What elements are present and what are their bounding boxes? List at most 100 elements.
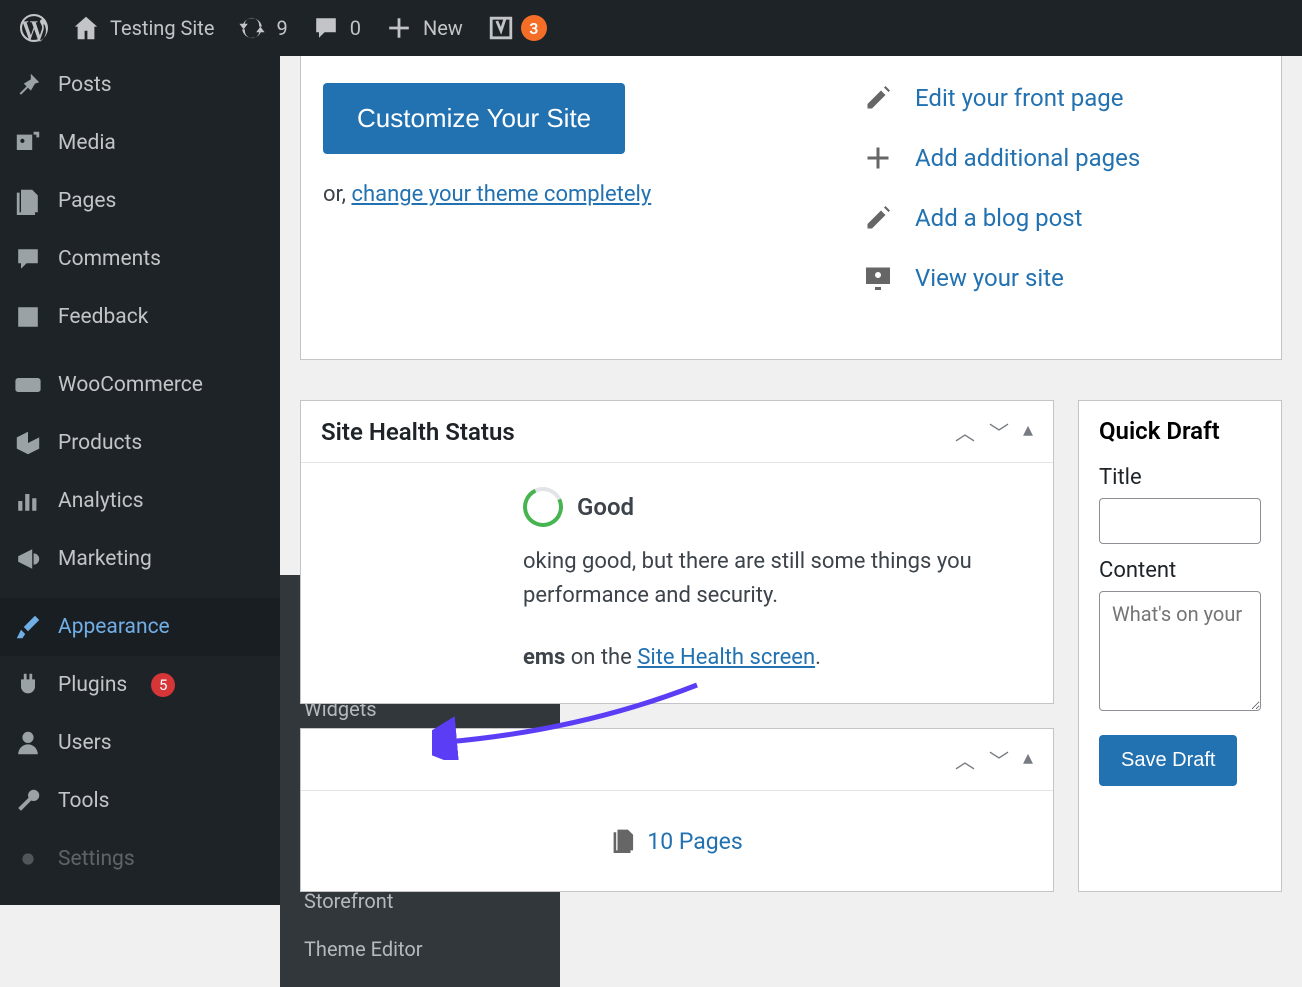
menu-label: Marketing <box>58 547 152 571</box>
form-icon <box>14 303 42 331</box>
menu-label: Comments <box>58 247 161 271</box>
welcome-quicklinks: Edit your front page Add additional page… <box>863 83 1259 323</box>
comment-icon <box>312 14 340 42</box>
site-name-label: Testing Site <box>110 16 214 40</box>
sidebar-item-pages[interactable]: Pages <box>0 172 280 230</box>
menu-label: Plugins <box>58 673 127 697</box>
pin-icon <box>14 71 42 99</box>
plugins-update-badge: 5 <box>151 673 175 697</box>
menu-label: Tools <box>58 789 109 813</box>
customize-site-button[interactable]: Customize Your Site <box>323 83 625 154</box>
home-icon <box>72 14 100 42</box>
page-icon <box>14 187 42 215</box>
move-up-icon[interactable]: ︿ <box>955 745 975 774</box>
menu-label: Analytics <box>58 489 144 513</box>
move-down-icon[interactable]: ﹀ <box>989 417 1009 446</box>
monitor-icon <box>863 263 893 293</box>
updates[interactable]: 9 <box>226 0 299 56</box>
comment-icon <box>14 245 42 273</box>
menu-label: Media <box>58 131 116 155</box>
health-text-1: oking good, but there are still some thi… <box>523 549 972 574</box>
sidebar-item-marketing[interactable]: Marketing <box>0 530 280 588</box>
health-indicator-icon <box>517 481 568 532</box>
content-label: Content <box>1099 558 1261 583</box>
at-a-glance-card: . ︿ ﹀ ▴ 10 Pages <box>300 728 1054 892</box>
site-home[interactable]: Testing Site <box>60 0 226 56</box>
sidebar-item-woocommerce[interactable]: WooCommerce <box>0 356 280 414</box>
move-up-icon[interactable]: ︿ <box>955 417 975 446</box>
ql-view-site: View your site <box>863 263 1259 293</box>
welcome-panel: Customize Your Site or, change your them… <box>300 56 1282 360</box>
menu-label: Users <box>58 731 112 755</box>
plus-icon <box>385 14 413 42</box>
admin-bar: Testing Site 9 0 New 3 <box>0 0 1302 56</box>
submenu-theme-editor[interactable]: Theme Editor <box>280 925 560 973</box>
draft-title-input[interactable] <box>1099 498 1261 544</box>
new-label: New <box>423 16 463 40</box>
sidebar-item-users[interactable]: Users <box>0 714 280 772</box>
brush-icon <box>14 613 42 641</box>
move-down-icon[interactable]: ﹀ <box>989 745 1009 774</box>
sidebar-item-tools[interactable]: Tools <box>0 772 280 830</box>
card-controls: ︿ ﹀ ▴ <box>955 417 1033 446</box>
media-icon <box>14 129 42 157</box>
chart-icon <box>14 487 42 515</box>
quick-draft-title: Quick Draft <box>1099 417 1261 445</box>
save-draft-button[interactable]: Save Draft <box>1099 735 1237 786</box>
user-icon <box>14 729 42 757</box>
comments[interactable]: 0 <box>300 0 373 56</box>
menu-label: Settings <box>58 847 135 871</box>
view-site-link[interactable]: View your site <box>915 264 1064 292</box>
toggle-icon[interactable]: ▴ <box>1023 745 1033 774</box>
site-health-card: Site Health Status ︿ ﹀ ▴ Good oking good… <box>300 400 1054 704</box>
refresh-icon <box>238 14 266 42</box>
sidebar-item-comments[interactable]: Comments <box>0 230 280 288</box>
ql-add-pages: Add additional pages <box>863 143 1259 173</box>
wordpress-icon <box>20 14 48 42</box>
updates-count: 9 <box>276 16 287 40</box>
sidebar-item-appearance[interactable]: Appearance <box>0 598 280 656</box>
menu-label: Feedback <box>58 305 148 329</box>
yoast-count-badge: 3 <box>521 15 547 41</box>
ql-add-blog: Add a blog post <box>863 203 1259 233</box>
yoast-menu[interactable]: 3 <box>475 0 559 56</box>
menu-label: Products <box>58 431 142 455</box>
gear-icon <box>14 845 42 873</box>
wrench-icon <box>14 787 42 815</box>
add-blog-link[interactable]: Add a blog post <box>915 204 1083 232</box>
new-content[interactable]: New <box>373 0 475 56</box>
or-prefix: or, <box>323 182 351 207</box>
title-label: Title <box>1099 465 1261 490</box>
wp-logo[interactable] <box>8 0 60 56</box>
woo-icon <box>14 371 42 399</box>
toggle-icon[interactable]: ▴ <box>1023 417 1033 446</box>
edit-icon <box>863 203 893 233</box>
quick-draft-card: Quick Draft Title Content Save Draft <box>1078 400 1282 892</box>
add-pages-link[interactable]: Add additional pages <box>915 144 1140 172</box>
on-the: on the <box>565 645 637 670</box>
sidebar-item-plugins[interactable]: Plugins 5 <box>0 656 280 714</box>
yoast-icon <box>487 14 515 42</box>
sidebar-item-settings[interactable]: Settings <box>0 830 280 888</box>
plug-icon <box>14 671 42 699</box>
menu-label: WooCommerce <box>58 373 203 397</box>
sidebar-item-posts[interactable]: Posts <box>0 56 280 114</box>
pages-count-link[interactable]: 10 Pages <box>647 828 742 855</box>
items-word: ems <box>523 645 565 670</box>
sidebar-item-analytics[interactable]: Analytics <box>0 472 280 530</box>
sidebar-item-media[interactable]: Media <box>0 114 280 172</box>
edit-front-link[interactable]: Edit your front page <box>915 84 1124 112</box>
change-theme-line: or, change your theme completely <box>323 182 863 207</box>
menu-label: Pages <box>58 189 116 213</box>
change-theme-link[interactable]: change your theme completely <box>351 182 651 207</box>
plus-icon <box>863 143 893 173</box>
draft-content-textarea[interactable] <box>1099 591 1261 711</box>
megaphone-icon <box>14 545 42 573</box>
card-controls: ︿ ﹀ ▴ <box>955 745 1033 774</box>
comments-count: 0 <box>350 16 361 40</box>
site-health-screen-link[interactable]: Site Health screen <box>637 645 815 670</box>
sidebar-item-products[interactable]: Products <box>0 414 280 472</box>
box-icon <box>14 429 42 457</box>
admin-sidebar: Posts Media Pages Comments Feedback WooC… <box>0 56 280 905</box>
sidebar-item-feedback[interactable]: Feedback <box>0 288 280 346</box>
